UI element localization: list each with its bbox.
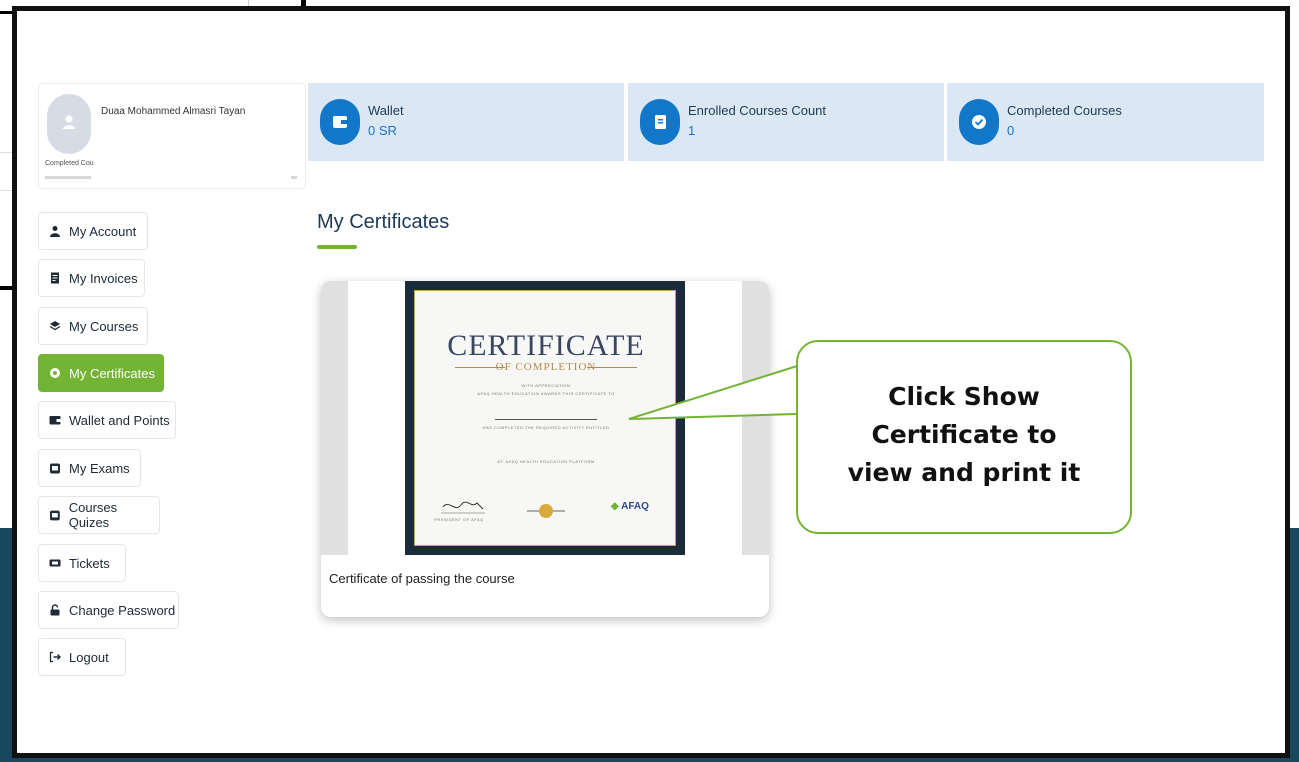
gold-seal-icon: [527, 504, 565, 518]
avatar[interactable]: [47, 94, 91, 154]
menu-item-courses-quizes[interactable]: Courses Quizes: [38, 496, 160, 534]
user-placeholder-icon: [63, 115, 75, 129]
logo-text: AFAQ: [621, 501, 649, 512]
enrolled-courses-card: Enrolled Courses Count 1: [628, 83, 944, 161]
logout-icon: [49, 651, 61, 663]
check-circle-icon: [959, 99, 999, 145]
certificate-paper: CERTIFICATE OF COMPLETION WITH APPRECIAT…: [414, 290, 676, 546]
signer-title: PRESIDENT OF AFAQ: [434, 517, 484, 522]
certificate-heading: CERTIFICATE: [447, 329, 645, 362]
callout-line: view and print it: [847, 458, 1081, 487]
menu-item-change-password[interactable]: Change Password: [38, 591, 179, 629]
menu-item-label: Logout: [69, 649, 109, 665]
progress-bar-end: [291, 176, 297, 179]
completed-courses-card: Completed Courses 0: [947, 83, 1264, 161]
menu-item-my-courses[interactable]: My Courses: [38, 307, 148, 345]
completed-courses-label: Completed Cou: [45, 160, 94, 167]
exam-icon: [50, 463, 60, 474]
menu-item-label: My Certificates: [69, 365, 155, 381]
progress-bar: [45, 176, 91, 179]
afaq-logo: ◆ AFAQ: [611, 501, 649, 512]
menu-item-label: Tickets: [69, 555, 110, 571]
menu-item-my-invoices[interactable]: My Invoices: [38, 259, 145, 297]
callout-line: Certificate to: [871, 420, 1057, 449]
menu-item-my-account[interactable]: My Account: [38, 212, 148, 250]
menu-item-wallet-and-points[interactable]: Wallet and Points: [38, 401, 176, 439]
menu-item-logout[interactable]: Logout: [38, 638, 126, 676]
ticket-icon: [49, 559, 61, 567]
book-icon: [640, 99, 680, 145]
menu-item-label: Wallet and Points: [69, 412, 170, 428]
page-title: My Certificates: [317, 211, 450, 233]
certificate-icon: [50, 368, 60, 378]
callout-line: Click Show: [888, 382, 1040, 411]
invoice-icon: [51, 272, 59, 284]
stat-label: Completed Courses: [1007, 103, 1122, 118]
callout-bubble: Click Show Certificate to view and print…: [796, 340, 1132, 534]
certificate-text: AFAQ HEALTH EDUCATION AWARDS THIS CERTIF…: [477, 391, 615, 396]
recipient-line: [495, 419, 597, 420]
certificate-image[interactable]: CERTIFICATE OF COMPLETION WITH APPRECIAT…: [405, 281, 685, 555]
profile-name: Duaa Mohammed Almasri Tayan: [101, 106, 246, 117]
menu-item-tickets[interactable]: Tickets: [38, 544, 126, 582]
screenshot-frame: Duaa Mohammed Almasri Tayan Completed Co…: [12, 6, 1290, 758]
profile-card: Duaa Mohammed Almasri Tayan Completed Co…: [38, 83, 306, 189]
wallet-icon: [320, 99, 360, 145]
lock-icon: [50, 604, 60, 616]
layers-icon: [49, 321, 61, 331]
wallet-icon: [49, 416, 61, 425]
menu-item-my-certificates[interactable]: My Certificates: [38, 354, 164, 392]
menu-item-my-exams[interactable]: My Exams: [38, 449, 141, 487]
dashboard: Duaa Mohammed Almasri Tayan Completed Co…: [17, 11, 1285, 753]
certificate-card[interactable]: CERTIFICATE OF COMPLETION WITH APPRECIAT…: [321, 281, 769, 617]
menu-item-label: My Courses: [69, 318, 139, 334]
certificate-text: AT: AFAQ HEALTH EDUCATION PLATFORM: [497, 459, 595, 464]
menu-item-label: Courses Quizes: [68, 500, 118, 530]
callout-text: Click Show Certificate to view and print…: [798, 378, 1130, 492]
menu-item-label: Change Password: [69, 602, 176, 618]
menu-item-label: My Invoices: [69, 270, 138, 286]
quiz-icon: [49, 510, 60, 521]
title-underline: [317, 245, 357, 249]
stat-label: Enrolled Courses Count: [688, 103, 827, 118]
stat-value: 0 SR: [368, 123, 397, 138]
wallet-card: Wallet 0 SR: [308, 83, 624, 161]
certificate-text: WITH APPRECIATION: [521, 383, 571, 388]
menu-item-label: My Account: [69, 223, 137, 239]
certificate-title: Certificate of passing the course: [329, 571, 515, 586]
stat-value: 1: [688, 123, 696, 138]
menu-item-label: My Exams: [69, 460, 130, 476]
stat-label: Wallet: [368, 103, 404, 118]
stat-value: 0: [1007, 123, 1015, 138]
certificate-text: HAS COMPLETED THE REQUIRED ACTIVITY ENTI…: [482, 425, 610, 430]
certificate-subheading: OF COMPLETION: [495, 361, 597, 373]
user-icon: [50, 226, 60, 237]
